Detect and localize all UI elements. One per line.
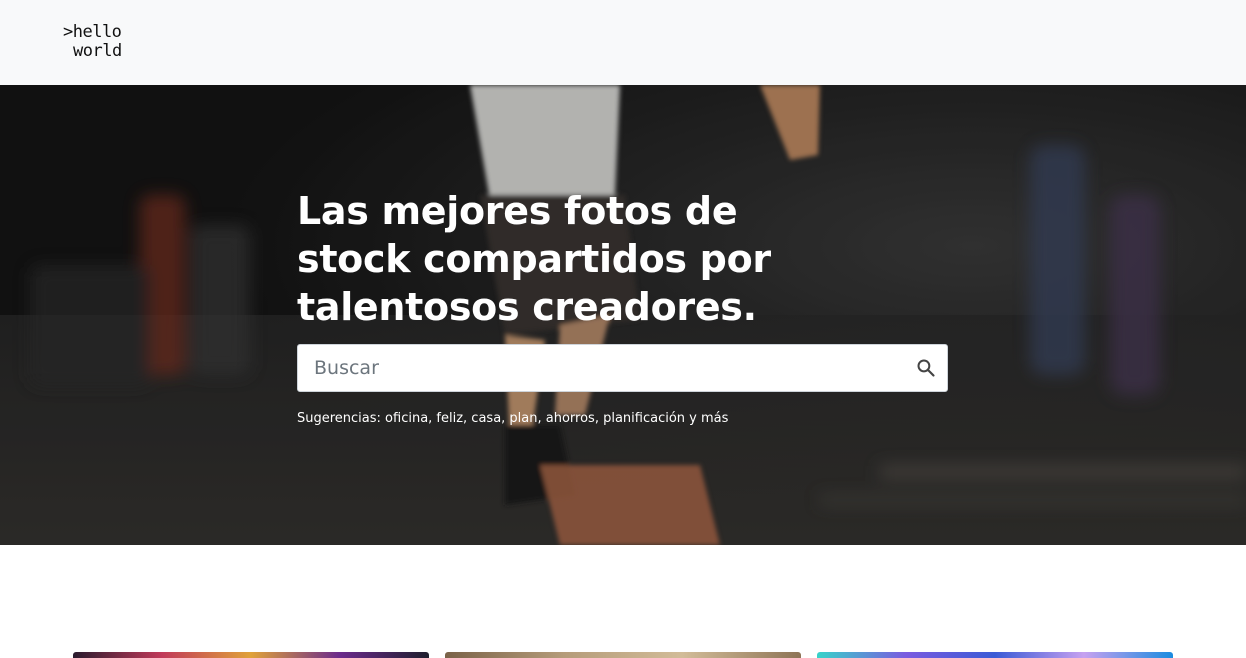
search-suggestions: Sugerencias: oficina, feliz, casa, plan,…: [297, 411, 729, 426]
logo-line-1: >hello: [63, 22, 122, 42]
hero-section: Las mejores fotos de stock compartidos p…: [0, 85, 1246, 545]
gallery-thumbnail[interactable]: [445, 652, 801, 658]
gallery-thumbnail[interactable]: [817, 652, 1173, 658]
logo[interactable]: >hello world: [63, 23, 133, 65]
navbar: >hello world: [0, 0, 1246, 85]
search-input[interactable]: [298, 345, 898, 391]
logo-line-2: world: [73, 41, 122, 61]
search-button[interactable]: [912, 354, 940, 382]
search-icon: [917, 359, 935, 377]
hero-title: Las mejores fotos de stock compartidos p…: [297, 189, 771, 329]
photo-gallery: [0, 652, 1246, 658]
gallery-thumbnail[interactable]: [73, 652, 429, 658]
search-box: [297, 344, 948, 392]
